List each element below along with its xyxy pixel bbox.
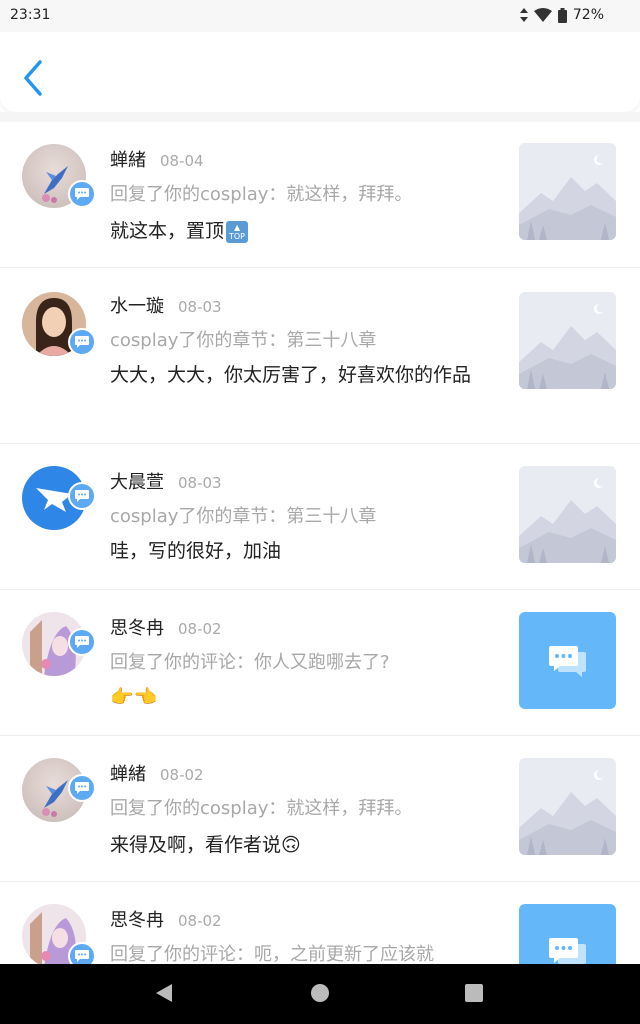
nav-recents-button[interactable]: [464, 982, 484, 1008]
thumbnail-placeholder[interactable]: [519, 758, 616, 855]
message-date: 08-03: [178, 474, 222, 492]
mountain-placeholder-icon: [519, 758, 616, 855]
square-recents-icon: [465, 984, 483, 1002]
message-content: 哇，写的很好，加油: [110, 540, 282, 562]
chat-bubbles-icon: [548, 645, 586, 677]
message-content: 来得及啊，看作者说🙃: [110, 834, 301, 856]
message-date: 08-03: [178, 298, 222, 316]
chat-bubbles-icon: [548, 937, 586, 964]
list-item[interactable]: 水一璇 08-03 cosplay了你的章节：第三十八章 大大，大大，你太厉害了…: [0, 268, 640, 444]
user-name[interactable]: 大晨萱: [110, 468, 164, 494]
comment-badge: [68, 180, 96, 208]
data-arrows-icon: [519, 8, 528, 22]
user-name[interactable]: 思冬冉: [110, 614, 164, 640]
battery-icon: [557, 7, 567, 23]
status-bar: 23:31 72%: [0, 0, 640, 32]
list-item[interactable]: 蝉緒 08-04 回复了你的cosplay：就这样，拜拜。 就这本，置顶 ▲ TOP: [0, 122, 640, 268]
nav-back-button[interactable]: [154, 982, 174, 1008]
thumbnail-placeholder[interactable]: [519, 143, 616, 240]
reply-summary: cosplay了你的章节：第三十八章: [110, 330, 377, 351]
reply-summary: cosplay了你的章节：第三十八章: [110, 506, 377, 527]
comment-icon: [75, 188, 89, 200]
comment-icon: [75, 950, 89, 962]
message-content: 就这本，置顶 ▲ TOP: [110, 216, 500, 246]
reply-summary: 回复了你的cosplay：就这样，拜拜。: [110, 184, 413, 205]
user-name[interactable]: 水一璇: [110, 292, 164, 318]
message-content: 大大，大大，你太厉害了，好喜欢你的作品: [110, 364, 472, 386]
mountain-placeholder-icon: [519, 292, 616, 389]
comment-badge: [68, 328, 96, 356]
reply-summary: 回复了你的cosplay：就这样，拜拜。: [110, 798, 413, 819]
comment-icon: [75, 636, 89, 648]
thumbnail-placeholder[interactable]: [519, 466, 616, 563]
back-button[interactable]: [18, 58, 50, 98]
message-date: 08-04: [160, 152, 204, 170]
comment-icon: [75, 336, 89, 348]
user-name[interactable]: 蝉緒: [110, 146, 146, 172]
navigation-bar: [0, 964, 640, 1024]
comment-badge: [68, 482, 96, 510]
message-date: 08-02: [160, 766, 204, 784]
thumbnail-placeholder[interactable]: [519, 292, 616, 389]
mountain-placeholder-icon: [519, 466, 616, 563]
list-item[interactable]: 蝉緒 08-02 回复了你的cosplay：就这样，拜拜。 来得及啊，看作者说🙃: [0, 736, 640, 882]
status-time: 23:31: [10, 7, 51, 23]
top-icon: ▲ TOP: [226, 220, 249, 243]
message-date: 08-02: [178, 912, 222, 930]
user-name[interactable]: 思冬冉: [110, 906, 164, 932]
thumbnail-placeholder[interactable]: [519, 904, 616, 964]
reply-summary: 回复了你的评论：你人又跑哪去了?: [110, 652, 390, 673]
nav-home-button[interactable]: [310, 982, 330, 1008]
section-gap: [0, 112, 640, 122]
list-item[interactable]: 思冬冉 08-02 回复了你的评论：你人又跑哪去了? 👉👈: [0, 590, 640, 736]
list-item[interactable]: 思冬冉 08-02 回复了你的评论：呃，之前更新了应该就: [0, 882, 640, 964]
thumbnail-placeholder[interactable]: [519, 612, 616, 709]
battery-percent: 72%: [572, 7, 604, 23]
comment-badge: [68, 942, 96, 964]
chevron-left-icon: [24, 60, 42, 96]
triangle-back-icon: [156, 984, 172, 1002]
comment-icon: [75, 782, 89, 794]
comment-icon: [75, 490, 89, 502]
wifi-icon: [533, 8, 552, 22]
status-icons: 72%: [519, 7, 604, 23]
user-name[interactable]: 蝉緒: [110, 760, 146, 786]
message-date: 08-02: [178, 620, 222, 638]
message-list[interactable]: 蝉緒 08-04 回复了你的cosplay：就这样，拜拜。 就这本，置顶 ▲ TOP: [0, 122, 640, 964]
comment-badge: [68, 774, 96, 802]
header: [0, 32, 640, 112]
reply-summary: 回复了你的评论：呃，之前更新了应该就: [110, 944, 434, 964]
message-content: 👉👈: [110, 686, 158, 708]
mountain-placeholder-icon: [519, 143, 616, 240]
list-item[interactable]: 大晨萱 08-03 cosplay了你的章节：第三十八章 哇，写的很好，加油: [0, 444, 640, 590]
message-text: 就这本，置顶: [110, 220, 225, 242]
comment-badge: [68, 628, 96, 656]
circle-home-icon: [311, 984, 329, 1002]
